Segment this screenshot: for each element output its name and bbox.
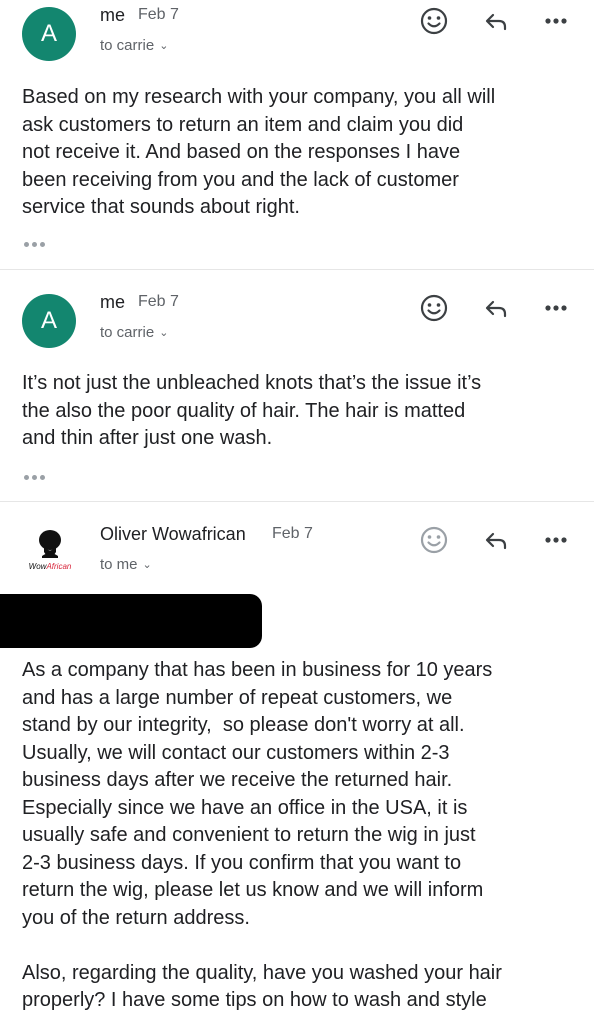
avatar[interactable]: A [22, 294, 76, 348]
more-options-icon[interactable] [538, 522, 574, 558]
recipient-toggle[interactable]: to carrie ⌄ [100, 37, 168, 54]
redaction-block [0, 594, 262, 648]
message-date: Feb 7 [138, 293, 179, 310]
emoji-icon[interactable] [416, 3, 452, 39]
message-date: Feb 7 [272, 525, 313, 542]
sender-name: me [100, 292, 126, 312]
message-body: It’s not just the unbleached knots that’… [22, 372, 482, 449]
chevron-down-icon: ⌄ [159, 327, 169, 339]
divider [0, 269, 594, 270]
afro-silhouette-icon [39, 530, 61, 558]
more-options-icon[interactable] [538, 290, 574, 326]
message-body: As a company that has been in business f… [22, 659, 502, 1011]
show-trimmed-content-icon[interactable] [24, 472, 52, 482]
chevron-down-icon: ⌄ [142, 559, 152, 571]
reply-icon[interactable] [478, 290, 514, 326]
recipient-label: to me [100, 556, 138, 573]
logo-wordmark: WowAfrican [18, 562, 82, 571]
emoji-icon[interactable] [416, 522, 452, 558]
more-options-icon[interactable] [538, 3, 574, 39]
avatar[interactable]: A [22, 7, 76, 61]
sender-name: me [100, 5, 126, 25]
reply-icon[interactable] [478, 522, 514, 558]
recipient-toggle[interactable]: to me ⌄ [100, 556, 152, 573]
chevron-down-icon: ⌄ [159, 40, 169, 52]
recipient-label: to carrie [100, 324, 155, 341]
logo-wordmark-part: Wow [28, 562, 47, 571]
sender-logo[interactable]: WowAfrican [18, 528, 82, 576]
recipient-toggle[interactable]: to carrie ⌄ [100, 324, 168, 341]
message-body: Based on my research with your company, … [22, 86, 496, 218]
show-trimmed-content-icon[interactable] [24, 239, 52, 249]
sender-name: Oliver Wowafrican [100, 524, 246, 544]
logo-wordmark-accent: African [46, 562, 72, 571]
recipient-label: to carrie [100, 37, 155, 54]
reply-icon[interactable] [478, 3, 514, 39]
message-date: Feb 7 [138, 6, 179, 23]
divider [0, 501, 594, 502]
emoji-icon[interactable] [416, 290, 452, 326]
